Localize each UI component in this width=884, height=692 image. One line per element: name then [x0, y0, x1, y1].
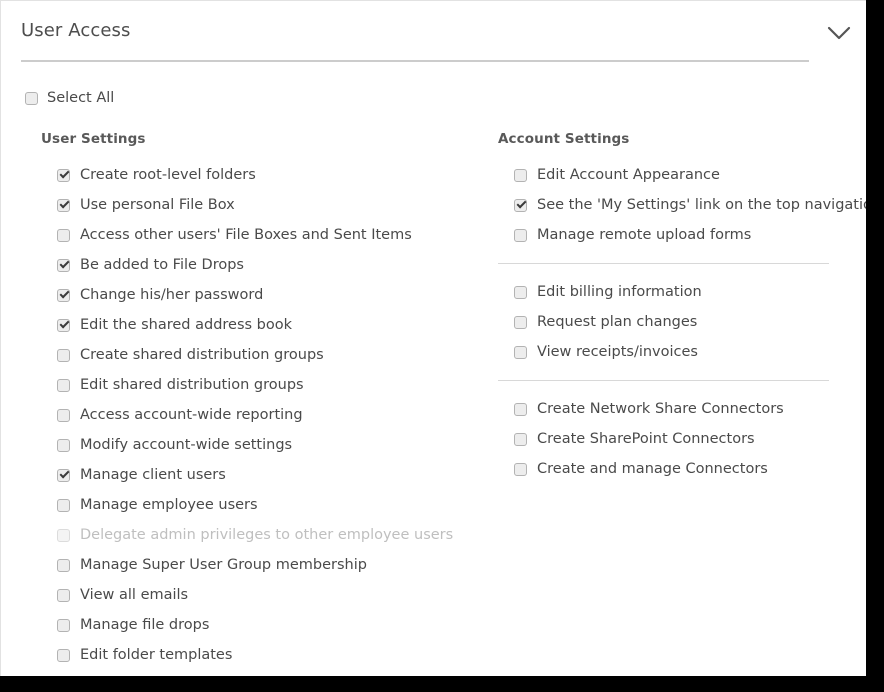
permission-checkbox-row[interactable]: Edit billing information — [498, 277, 866, 307]
select-all-checkbox[interactable]: Select All — [25, 90, 114, 106]
permission-checkbox-row[interactable]: Access account-wide reporting — [41, 400, 481, 430]
permission-checkbox-row[interactable]: Create shared distribution groups — [41, 340, 481, 370]
column-account-settings: Account Settings Edit Account Appearance… — [498, 131, 866, 484]
permission-checkbox-row[interactable]: Manage file drops — [41, 610, 481, 640]
column-user-settings: User Settings Create root-level folders U… — [41, 131, 481, 670]
checkbox-box — [514, 168, 527, 182]
permission-checkbox-row[interactable]: Be added to File Drops — [41, 250, 481, 280]
permission-group: Create root-level folders Use personal Fi… — [41, 160, 481, 670]
permission-label: Edit billing information — [537, 283, 702, 300]
permission-label: View receipts/invoices — [537, 343, 698, 360]
checkbox-box — [57, 468, 70, 482]
group-separator — [498, 263, 829, 264]
panel-header: User Access — [1, 1, 866, 62]
permission-label: View all emails — [80, 586, 189, 603]
permission-label: Delegate admin privileges to other emplo… — [80, 526, 454, 543]
checkbox-box — [25, 91, 38, 105]
checkbox-box — [57, 408, 70, 422]
checkbox-box — [57, 168, 70, 182]
permission-checkbox-row[interactable]: Create SharePoint Connectors — [498, 424, 866, 454]
checkbox-box — [514, 198, 527, 212]
permission-checkbox-row[interactable]: Manage employee users — [41, 490, 481, 520]
permission-group: Edit billing information Request plan cha… — [498, 277, 866, 367]
checkbox-box — [57, 618, 70, 632]
permission-label: Be added to File Drops — [80, 256, 244, 273]
checkbox-box — [514, 285, 527, 299]
permission-label: Modify account-wide settings — [80, 436, 293, 453]
checkbox-box — [57, 318, 70, 332]
permission-label: Manage employee users — [80, 496, 258, 513]
permission-label: Use personal File Box — [80, 196, 235, 213]
permission-label: Edit the shared address book — [80, 316, 293, 333]
permission-label: Edit shared distribution groups — [80, 376, 304, 393]
permission-label: Create root-level folders — [80, 166, 256, 183]
permission-checkbox-row: Delegate admin privileges to other emplo… — [41, 520, 481, 550]
checkbox-box — [57, 228, 70, 242]
permission-label: Request plan changes — [537, 313, 698, 330]
permission-label: Manage Super User Group membership — [80, 556, 367, 573]
permission-checkbox-row[interactable]: Use personal File Box — [41, 190, 481, 220]
checkbox-box — [57, 438, 70, 452]
permission-label: Create Network Share Connectors — [537, 400, 784, 417]
user-access-panel: User Access Select All User Settings Cre… — [0, 0, 866, 676]
checkbox-box — [57, 558, 70, 572]
permission-group: Create Network Share Connectors Create Sh… — [498, 394, 866, 484]
permission-label: See the 'My Settings' link on the top na… — [537, 196, 866, 213]
permission-label: Create SharePoint Connectors — [537, 430, 755, 447]
checkbox-box — [514, 345, 527, 359]
checkbox-box — [57, 348, 70, 362]
permission-label: Manage remote upload forms — [537, 226, 752, 243]
permission-checkbox-row[interactable]: Manage Super User Group membership — [41, 550, 481, 580]
permission-label: Manage client users — [80, 466, 226, 483]
permission-checkbox-row[interactable]: Manage client users — [41, 460, 481, 490]
checkbox-box — [514, 402, 527, 416]
checkbox-box — [57, 288, 70, 302]
permission-label: Edit Account Appearance — [537, 166, 720, 183]
permission-checkbox-row[interactable]: Edit the shared address book — [41, 310, 481, 340]
permission-label: Create and manage Connectors — [537, 460, 768, 477]
checkbox-box — [57, 198, 70, 212]
checkbox-box — [514, 228, 527, 242]
checkbox-box — [514, 432, 527, 446]
checkbox-box — [57, 588, 70, 602]
select-all-label: Select All — [47, 90, 115, 106]
permission-label: Edit folder templates — [80, 646, 233, 663]
permission-label: Create shared distribution groups — [80, 346, 324, 363]
permission-checkbox-row[interactable]: Edit folder templates — [41, 640, 481, 670]
group-separator — [498, 380, 829, 381]
permission-checkbox-row[interactable]: Access other users' File Boxes and Sent … — [41, 220, 481, 250]
permission-group: Edit Account Appearance See the 'My Setti… — [498, 160, 866, 250]
permission-checkbox-row[interactable]: See the 'My Settings' link on the top na… — [498, 190, 866, 220]
checkbox-box — [514, 462, 527, 476]
permission-checkbox-row[interactable]: Create Network Share Connectors — [498, 394, 866, 424]
column-heading: User Settings — [41, 131, 146, 147]
column-body: Create root-level folders Use personal Fi… — [41, 160, 481, 670]
column-heading: Account Settings — [498, 131, 630, 147]
permission-checkbox-row[interactable]: Create root-level folders — [41, 160, 481, 190]
permission-label: Access account-wide reporting — [80, 406, 303, 423]
permission-label: Access other users' File Boxes and Sent … — [80, 226, 412, 243]
page-title: User Access — [21, 20, 131, 41]
permission-label: Manage file drops — [80, 616, 210, 633]
header-divider — [21, 60, 809, 62]
permission-checkbox-row[interactable]: Create and manage Connectors — [498, 454, 866, 484]
checkbox-box — [57, 258, 70, 272]
permission-checkbox-row[interactable]: Modify account-wide settings — [41, 430, 481, 460]
permission-checkbox-row[interactable]: View receipts/invoices — [498, 337, 866, 367]
checkbox-box — [514, 315, 527, 329]
checkbox-box — [57, 528, 70, 542]
checkbox-box — [57, 378, 70, 392]
permission-label: Change his/her password — [80, 286, 264, 303]
permission-checkbox-row[interactable]: Change his/her password — [41, 280, 481, 310]
permission-checkbox-row[interactable]: Request plan changes — [498, 307, 866, 337]
permission-checkbox-row[interactable]: View all emails — [41, 580, 481, 610]
permission-checkbox-row[interactable]: Edit Account Appearance — [498, 160, 866, 190]
permission-checkbox-row[interactable]: Manage remote upload forms — [498, 220, 866, 250]
permission-checkbox-row[interactable]: Edit shared distribution groups — [41, 370, 481, 400]
checkbox-box — [57, 648, 70, 662]
checkbox-box — [57, 498, 70, 512]
column-body: Edit Account Appearance See the 'My Setti… — [498, 160, 866, 484]
chevron-down-icon[interactable] — [821, 21, 857, 45]
